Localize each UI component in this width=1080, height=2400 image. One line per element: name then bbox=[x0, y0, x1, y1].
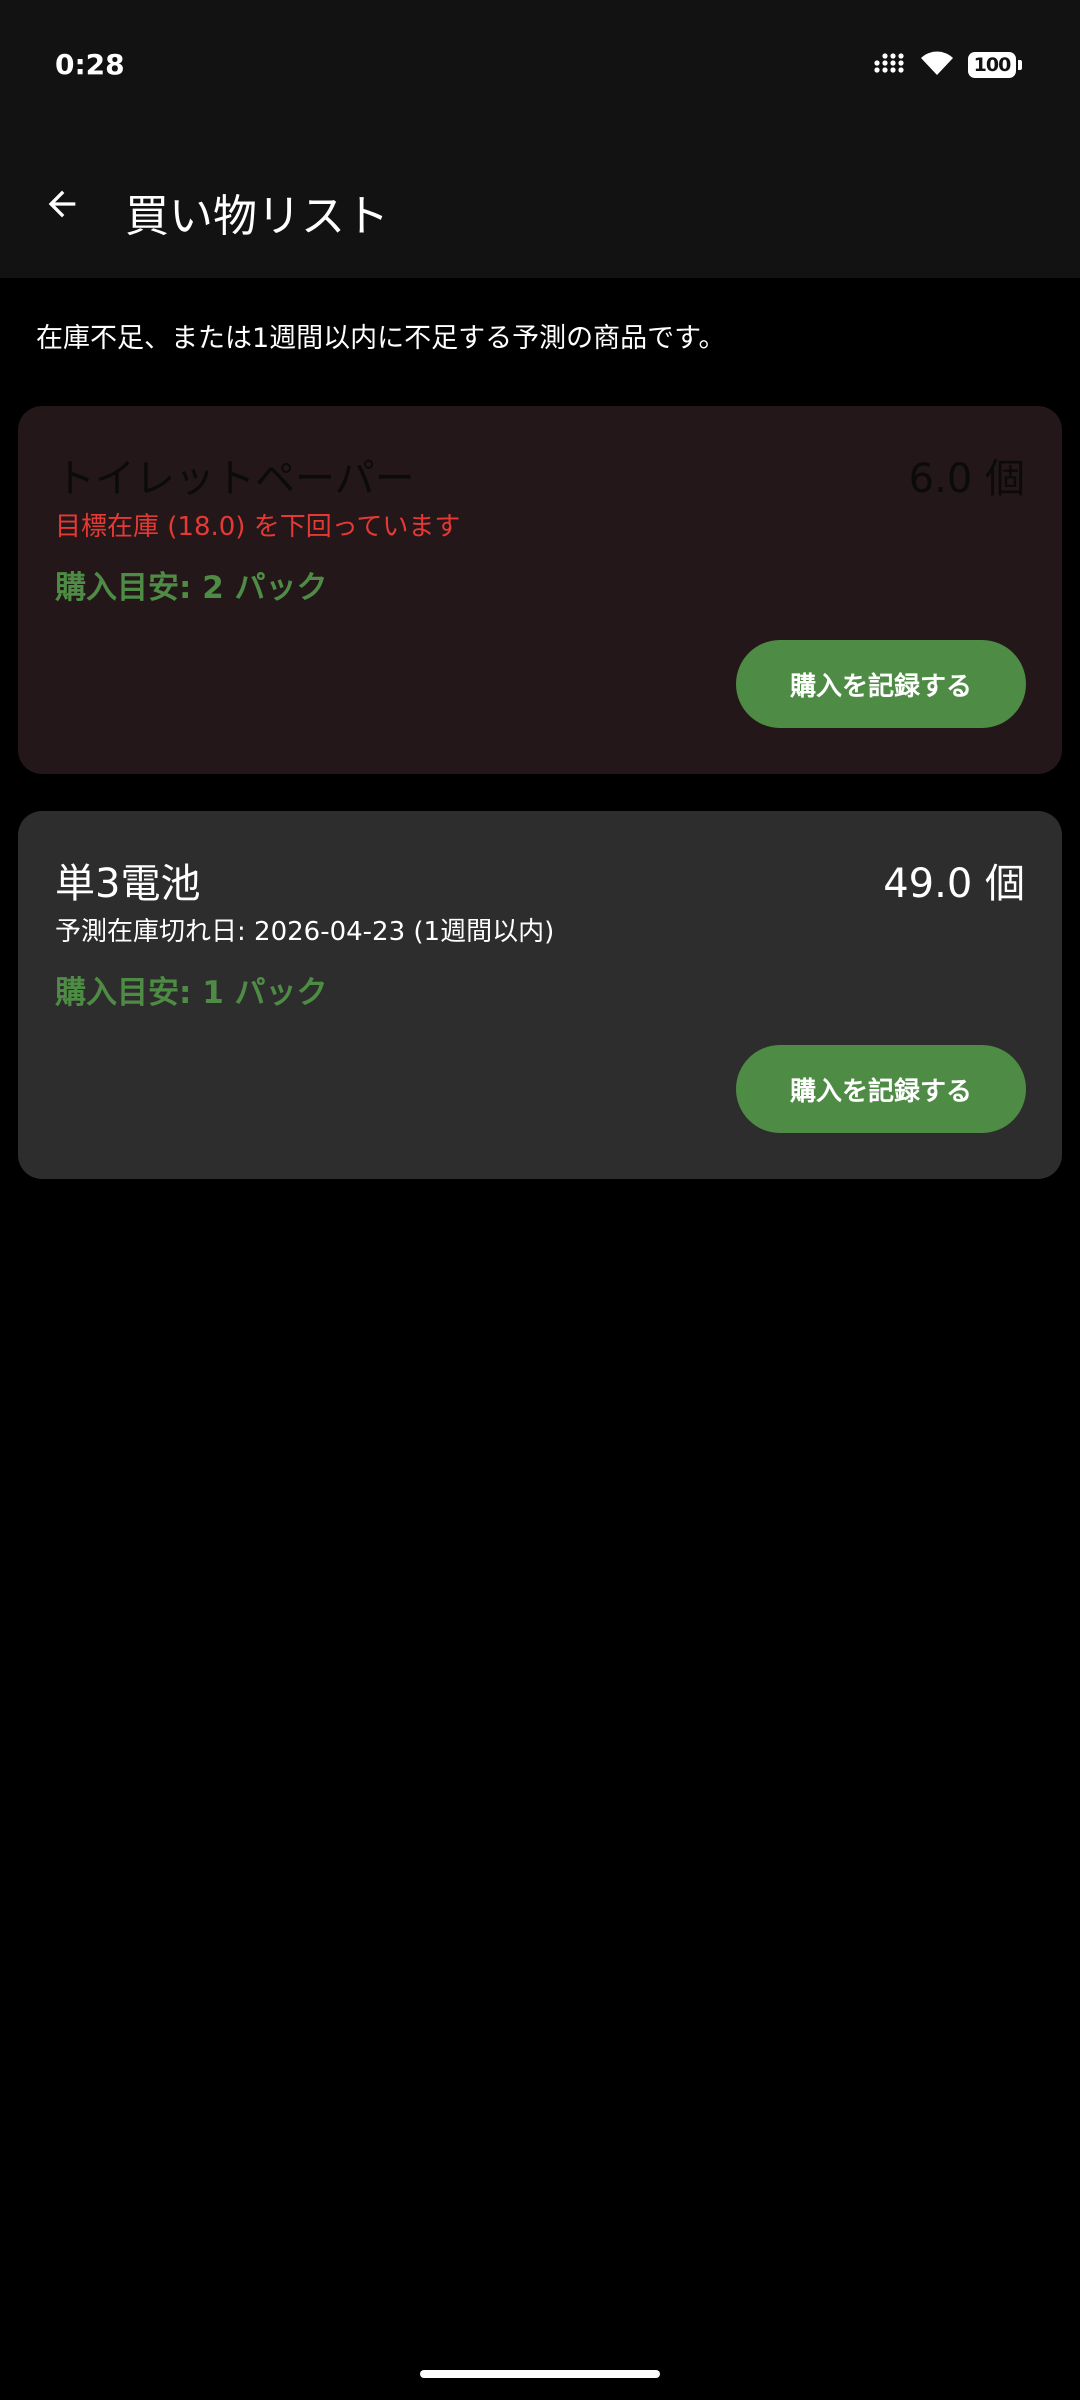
shopping-item-card: 単3電池 49.0 個 予測在庫切れ日: 2026-04-23 (1週間以内) … bbox=[18, 811, 1062, 1179]
app-bar: 買い物リスト bbox=[0, 130, 1080, 278]
item-quantity: 49.0 個 bbox=[883, 861, 1025, 907]
status-icons: 100 bbox=[874, 50, 1022, 80]
status-bar: 0:28 100 bbox=[0, 0, 1080, 130]
status-time: 0:28 bbox=[55, 48, 125, 81]
item-stock-warning: 目標在庫 (18.0) を下回っています bbox=[55, 512, 461, 542]
page-title: 買い物リスト bbox=[125, 191, 389, 242]
item-purchase-suggestion: 購入目安: 2 パック bbox=[55, 570, 328, 606]
item-stockout-forecast: 予測在庫切れ日: 2026-04-23 (1週間以内) bbox=[55, 917, 555, 947]
battery-icon: 100 bbox=[968, 52, 1022, 78]
arrow-back-icon bbox=[42, 184, 82, 228]
battery-level: 100 bbox=[973, 54, 1012, 76]
item-name: 単3電池 bbox=[55, 861, 201, 907]
record-purchase-button[interactable]: 購入を記録する bbox=[736, 640, 1026, 728]
item-quantity: 6.0 個 bbox=[908, 456, 1025, 502]
item-purchase-suggestion: 購入目安: 1 パック bbox=[55, 975, 328, 1011]
shopping-item-card: トイレットペーパー 6.0 個 目標在庫 (18.0) を下回っています 購入目… bbox=[18, 406, 1062, 774]
signal-icon bbox=[874, 52, 906, 78]
home-indicator[interactable] bbox=[420, 2370, 660, 2378]
wifi-icon bbox=[920, 50, 954, 80]
back-button[interactable] bbox=[26, 170, 98, 242]
item-name: トイレットペーパー bbox=[55, 456, 415, 502]
record-purchase-button[interactable]: 購入を記録する bbox=[736, 1045, 1026, 1133]
list-description: 在庫不足、または1週間以内に不足する予測の商品です。 bbox=[36, 323, 726, 354]
